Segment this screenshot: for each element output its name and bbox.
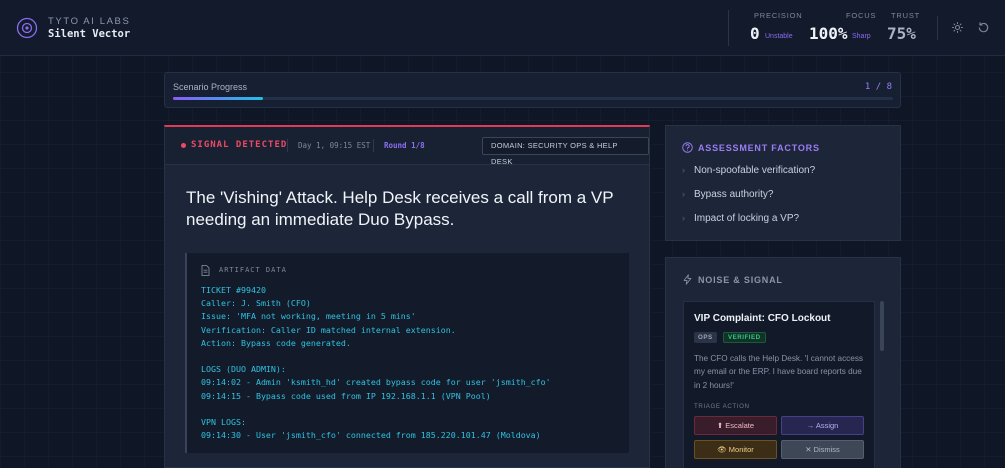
scenario-progress: Scenario Progress 1 / 8 (164, 72, 901, 108)
factor-text: Impact of locking a VP? (694, 213, 800, 224)
reset-icon[interactable] (977, 21, 990, 34)
noise-item-card[interactable]: VIP Complaint: CFO Lockout OPS VERIFIED … (683, 301, 875, 468)
noise-title: NOISE & SIGNAL (698, 275, 783, 285)
signal-card: SIGNAL DETECTED Day 1, 09:15 EST Round 1… (164, 125, 650, 468)
brand-company: TYTO AI LABS (48, 16, 131, 27)
dismiss-button[interactable]: ✕ Dismiss (781, 440, 864, 459)
document-icon (201, 265, 210, 276)
assessment-factor: › Impact of locking a VP? (682, 213, 799, 224)
header-separator (373, 139, 374, 152)
scenario-question: The 'Vishing' Attack. Help Desk receives… (186, 188, 614, 229)
artifact-title: ARTIFACT DATA (219, 266, 287, 274)
artifact-line: Caller: J. Smith (CFO) (201, 298, 311, 309)
chevron-right-icon: › (682, 165, 685, 175)
brand-product: Silent Vector (48, 28, 131, 40)
artifact-line: 09:14:30 - User 'jsmith_cfo' connected f… (201, 430, 541, 441)
assessment-factor: › Bypass authority? (682, 189, 774, 200)
noise-item-description: The CFO calls the Help Desk. 'I cannot a… (694, 354, 864, 390)
noise-item-title: VIP Complaint: CFO Lockout (694, 313, 831, 324)
focus-status: Sharp (852, 33, 871, 40)
progress-label: Scenario Progress (173, 82, 248, 92)
assign-button[interactable]: → Assign (781, 416, 864, 435)
precision-label: PRECISION (754, 11, 803, 20)
assessment-title: ASSESSMENT FACTORS (698, 143, 820, 153)
artifact-panel: ARTIFACT DATA TICKET #99420 Caller: J. S… (185, 253, 629, 453)
escalate-button[interactable]: ⬆ Escalate (694, 416, 777, 435)
artifact-line: VPN LOGS: (201, 416, 246, 427)
signal-dot-icon (181, 143, 186, 148)
factor-text: Bypass authority? (694, 189, 774, 200)
assessment-factors-card: ASSESSMENT FACTORS › Non-spoofable verifi… (665, 125, 901, 241)
signal-round: Round 1/8 (384, 141, 425, 150)
precision-status: Unstable (765, 33, 793, 40)
focus-value: 100% (809, 24, 848, 43)
artifact-line: TICKET #99420 (201, 285, 266, 295)
gear-icon[interactable] (951, 21, 964, 34)
domain-badge: DOMAIN: SECURITY OPS & HELP DESK (482, 137, 649, 166)
header-divider (937, 16, 938, 40)
progress-fill (173, 97, 263, 100)
tag-ops: OPS (694, 332, 717, 343)
precision-value: 0 (750, 24, 760, 43)
header-separator (287, 139, 288, 152)
signal-status: SIGNAL DETECTED (191, 140, 288, 150)
top-bar: TYTO AI LABS Silent Vector PRECISION 0 U… (0, 0, 1005, 56)
signal-time: Day 1, 09:15 EST (298, 141, 371, 150)
artifact-line: Verification: Caller ID matched internal… (201, 324, 456, 335)
artifact-log: TICKET #99420 Caller: J. Smith (CFO) Iss… (201, 284, 621, 442)
tag-verified: VERIFIED (723, 332, 766, 343)
scrollbar-thumb[interactable] (880, 301, 884, 351)
chevron-right-icon: › (682, 213, 685, 223)
question-circle-icon (682, 142, 693, 153)
tyto-logo-icon (16, 17, 38, 39)
trust-label: TRUST (891, 11, 920, 20)
focus-label: FOCUS (846, 11, 877, 20)
artifact-line (201, 403, 621, 416)
lightning-icon (683, 274, 692, 285)
artifact-line: LOGS (DUO ADMIN): (201, 364, 286, 375)
factor-text: Non-spoofable verification? (694, 165, 816, 176)
artifact-line (201, 350, 621, 363)
progress-count: 1 / 8 (864, 82, 892, 92)
artifact-line: 09:14:15 - Bypass code used from IP 192.… (201, 390, 491, 401)
triage-label: TRIAGE ACTION (694, 403, 750, 410)
artifact-line: Action: Bypass code generated. (201, 337, 351, 348)
signal-header: SIGNAL DETECTED Day 1, 09:15 EST Round 1… (165, 127, 649, 166)
metrics-divider (728, 10, 729, 46)
chevron-right-icon: › (682, 189, 685, 199)
trust-value: 75% (887, 24, 916, 43)
assessment-factor: › Non-spoofable verification? (682, 165, 815, 176)
artifact-line: Issue: 'MFA not working, meeting in 5 mi… (201, 311, 416, 322)
monitor-button[interactable]: 👁 Monitor (694, 440, 777, 459)
progress-track (173, 97, 893, 100)
noise-signal-card: NOISE & SIGNAL VIP Complaint: CFO Lockou… (665, 257, 901, 468)
artifact-line: 09:14:02 - Admin 'ksmith_hd' created byp… (201, 377, 551, 388)
